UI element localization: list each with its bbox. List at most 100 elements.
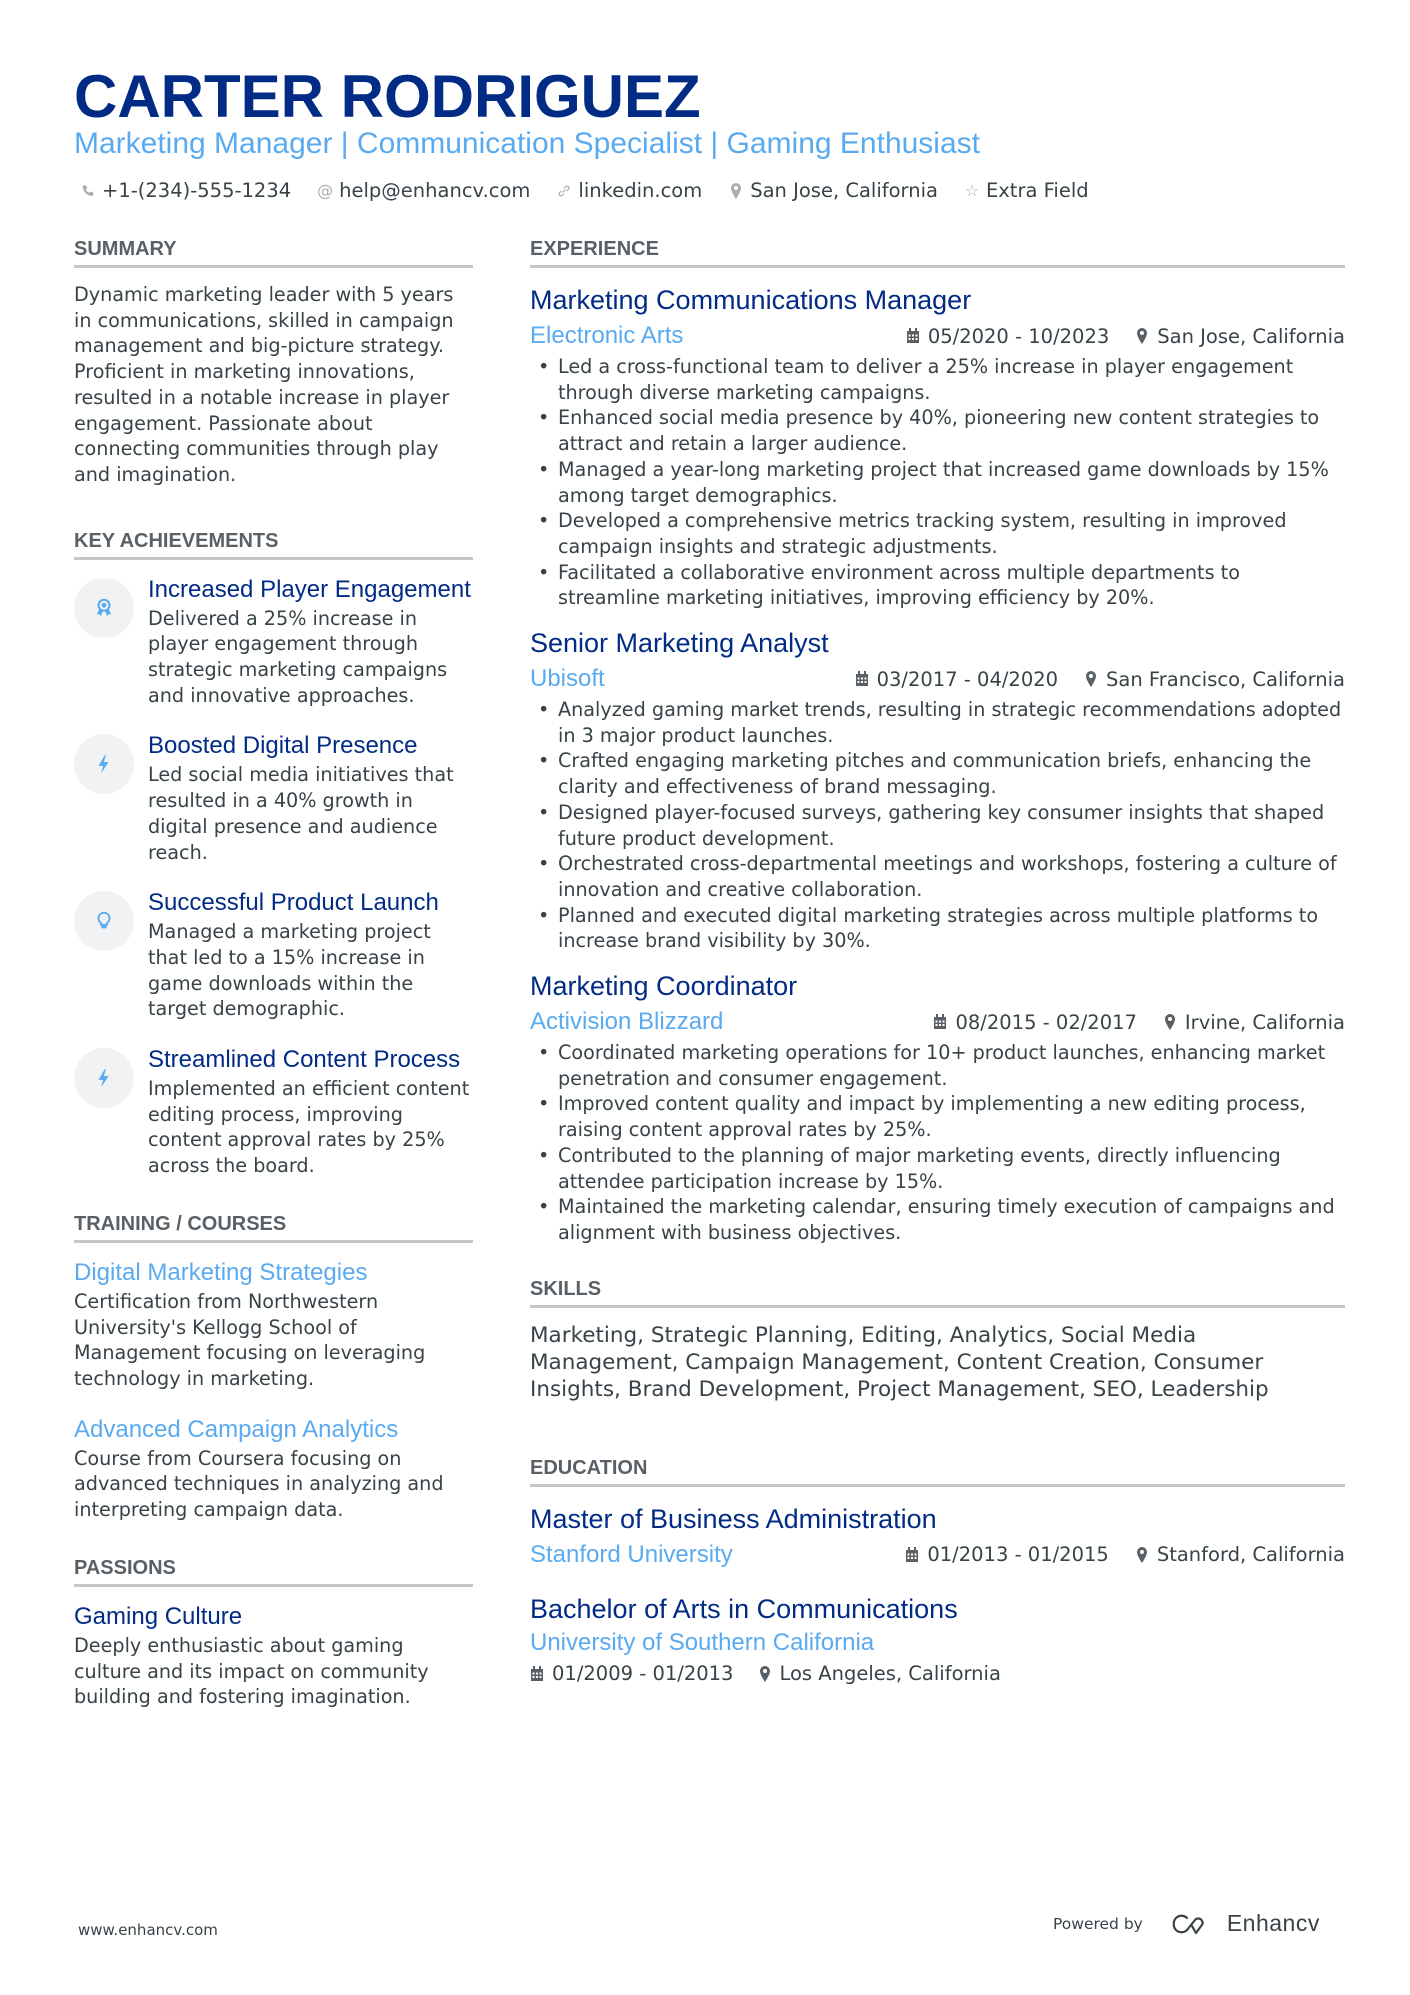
company-name: Ubisoft — [530, 665, 605, 693]
skills-section: SKILLS Marketing, Strategic Planning, Ed… — [530, 1276, 1345, 1403]
bullet-item: Designed player-focused surveys, gatheri… — [530, 800, 1345, 851]
education-dates: 01/2013 - 01/2015 — [927, 1543, 1109, 1567]
contact-email-text: help@enhancv.com — [339, 179, 531, 202]
footer-website-link[interactable]: www.enhancv.com — [78, 1921, 218, 1939]
passions-heading: PASSIONS — [74, 1555, 473, 1587]
calendar-icon — [906, 328, 919, 343]
location-pin-icon — [1136, 1546, 1147, 1563]
candidate-name: CARTER RODRIGUEZ — [74, 63, 701, 130]
job-dates: 08/2015 - 02/2017 — [955, 1010, 1137, 1034]
contact-extra-text: Extra Field — [985, 179, 1089, 202]
achievement-text: Implemented an efficient content editing… — [148, 1077, 470, 1178]
bullet-item: Facilitated a collaborative environment … — [530, 560, 1345, 611]
job-location: San Jose, California — [1157, 324, 1345, 348]
summary-text: Dynamic marketing leader with 5 years in… — [74, 283, 454, 486]
passion-text: Deeply enthusiastic about gaming culture… — [74, 1633, 429, 1709]
passion-title: Gaming Culture — [74, 1602, 243, 1630]
course-item: Advanced Campaign Analytics Course from … — [74, 1414, 473, 1523]
contact-phone[interactable]: +1-(234)-555-1234 — [80, 178, 291, 204]
education-heading: EDUCATION — [530, 1455, 1345, 1487]
bullet-item: Crafted engaging marketing pitches and c… — [530, 748, 1345, 799]
location-pin-icon — [760, 1665, 771, 1682]
course-item: Digital Marketing Strategies Certificati… — [74, 1257, 473, 1392]
contact-bar: +1-(234)-555-1234 @ help@enhancv.com lin… — [80, 178, 1089, 204]
contact-extra: ☆ Extra Field — [964, 178, 1089, 204]
job-location: San Francisco, California — [1106, 667, 1345, 691]
calendar-icon — [855, 671, 868, 687]
passion-item: Gaming Culture Deeply enthusiastic about… — [74, 1601, 473, 1710]
degree-title: Master of Business Administration — [530, 1503, 937, 1534]
achievement-item: Streamlined Content Process Implemented … — [74, 1044, 473, 1179]
summary-section: SUMMARY Dynamic marketing leader with 5 … — [74, 236, 473, 488]
course-text: Certification from Northwestern Universi… — [74, 1289, 426, 1390]
school-name: University of Southern California — [530, 1628, 875, 1656]
experience-section: EXPERIENCE Marketing Communications Mana… — [530, 236, 1345, 1246]
skills-text: Marketing, Strategic Planning, Editing, … — [530, 1322, 1269, 1402]
link-icon — [556, 184, 572, 198]
lightbulb-icon — [74, 891, 134, 952]
calendar-icon — [531, 1665, 543, 1681]
achievement-text: Delivered a 25% increase in player engag… — [148, 606, 448, 707]
course-title: Advanced Campaign Analytics — [74, 1415, 399, 1443]
education-dates: 01/2009 - 01/2013 — [552, 1662, 734, 1686]
training-section: TRAINING / COURSES Digital Marketing Str… — [74, 1211, 473, 1523]
education-location: Stanford, California — [1156, 1543, 1345, 1567]
job-bullets: Coordinated marketing operations for 10+… — [530, 1040, 1345, 1246]
achievement-title: Successful Product Launch — [148, 889, 439, 917]
enhancv-logo-icon — [1172, 1914, 1204, 1934]
bullet-item: Analyzed gaming market trends, resulting… — [530, 697, 1345, 748]
achievement-title: Boosted Digital Presence — [148, 732, 418, 760]
bullet-item: Contributed to the planning of major mar… — [530, 1143, 1345, 1194]
bullet-item: Planned and executed digital marketing s… — [530, 903, 1345, 954]
bullet-item: Maintained the marketing calendar, ensur… — [530, 1194, 1345, 1245]
achievement-item: Increased Player Engagement Delivered a … — [74, 574, 473, 709]
calendar-icon — [934, 1014, 947, 1030]
achievement-text: Led social media initiatives that result… — [148, 763, 454, 864]
phone-icon — [80, 184, 96, 198]
achievement-item: Successful Product Launch Managed a mark… — [74, 887, 473, 1022]
bullet-item: Enhanced social media presence by 40%, p… — [530, 405, 1345, 456]
bullet-item: Led a cross-functional team to deliver a… — [530, 354, 1345, 405]
right-column: EXPERIENCE Marketing Communications Mana… — [530, 236, 1345, 1707]
education-location: Los Angeles, California — [779, 1662, 1001, 1686]
education-section: EDUCATION Master of Business Administrat… — [530, 1455, 1345, 1689]
course-text: Course from Coursera focusing on advance… — [74, 1446, 444, 1522]
school-name: Stanford University — [530, 1540, 733, 1568]
award-medal-icon — [74, 577, 134, 638]
contact-phone-text: +1-(234)-555-1234 — [102, 179, 292, 202]
contact-location: San Jose, California — [728, 178, 938, 204]
location-icon — [728, 183, 744, 199]
achievement-item: Boosted Digital Presence Led social medi… — [74, 730, 473, 865]
skills-heading: SKILLS — [530, 1276, 1345, 1308]
resume-page: CARTER RODRIGUEZ Marketing Manager | Com… — [0, 0, 1410, 1995]
at-icon: @ — [317, 181, 334, 200]
achievement-title: Streamlined Content Process — [148, 1046, 461, 1074]
job-dates: 03/2017 - 04/2020 — [876, 667, 1059, 691]
job-title: Marketing Communications Manager — [530, 285, 972, 315]
achievement-text: Managed a marketing project that led to … — [148, 920, 431, 1021]
training-heading: TRAINING / COURSES — [74, 1211, 473, 1243]
bullet-item: Orchestrated cross-departmental meetings… — [530, 851, 1345, 902]
job-dates: 05/2020 - 10/2023 — [927, 324, 1110, 348]
enhancv-logo[interactable]: Enhancv — [1167, 1910, 1320, 1937]
education-entry: Bachelor of Arts in Communications Unive… — [530, 1591, 1345, 1689]
job-title: Senior Marketing Analyst — [530, 628, 829, 659]
location-pin-icon — [1137, 328, 1148, 344]
job-location: Irvine, California — [1184, 1010, 1345, 1034]
contact-linkedin[interactable]: linkedin.com — [556, 178, 702, 204]
education-entry: Master of Business Administration Stanfo… — [530, 1501, 1345, 1573]
job-title: Marketing Coordinator — [530, 971, 798, 1002]
location-pin-icon — [1086, 671, 1097, 688]
contact-location-text: San Jose, California — [750, 179, 938, 202]
bullet-item: Coordinated marketing operations for 10+… — [530, 1040, 1345, 1091]
bullet-item: Improved content quality and impact by i… — [530, 1091, 1345, 1142]
job-entry: Senior Marketing Analyst Ubisoft 03/2017… — [530, 625, 1345, 954]
key-achievements-heading: KEY ACHIEVEMENTS — [74, 528, 473, 560]
footer-branding: Powered by Enhancv — [1053, 1910, 1320, 1937]
star-icon: ☆ — [964, 181, 980, 200]
bullet-item: Managed a year-long marketing project th… — [530, 457, 1345, 508]
contact-email[interactable]: @ help@enhancv.com — [317, 178, 530, 204]
contact-linkedin-text: linkedin.com — [578, 179, 703, 202]
location-pin-icon — [1164, 1014, 1175, 1031]
experience-heading: EXPERIENCE — [530, 236, 1345, 268]
